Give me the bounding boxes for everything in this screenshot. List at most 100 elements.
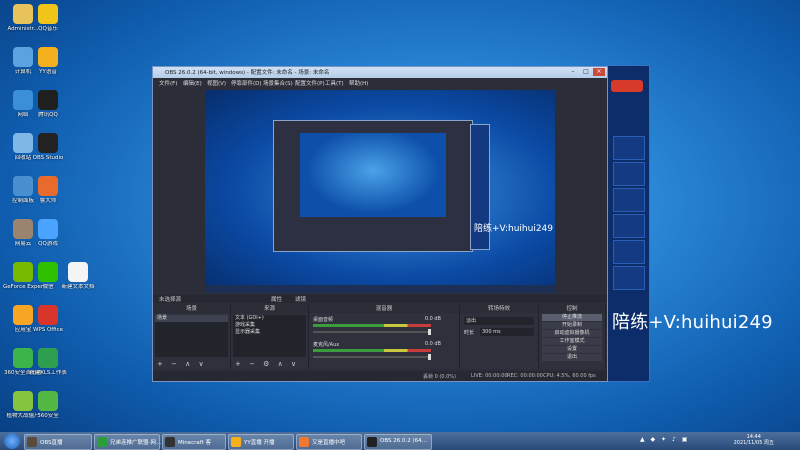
taskbar-item[interactable]: OBS直播 xyxy=(24,434,92,450)
desktop-icon[interactable]: 新建文本文档 xyxy=(58,262,98,291)
taskbar-item-label: YY直播 开播 xyxy=(244,440,275,446)
desktop-icon[interactable]: QQ音乐 xyxy=(28,4,68,33)
volume-slider[interactable] xyxy=(313,354,431,360)
desktop-icon[interactable]: 新建XLS工作表 xyxy=(28,348,68,377)
mixer-channel-desktop: 桌面音频 0.0 dB xyxy=(313,316,455,340)
source-toolbar: 未选择源 属性 滤镜 xyxy=(153,295,607,303)
menu-tools[interactable]: 工具(T) xyxy=(325,79,344,87)
obs-titlebar[interactable]: OBS 26.0.2 (64-bit, windows) - 配置文件: 未命名… xyxy=(153,67,607,78)
scenes-dock-title: 场景 xyxy=(153,305,230,313)
volume-slider[interactable] xyxy=(313,329,431,335)
app-icon xyxy=(38,90,58,110)
scenes-list[interactable]: 场景 xyxy=(155,315,228,357)
taskbar-item[interactable]: 又是直播中吧 xyxy=(296,434,362,450)
desktop-icon[interactable]: WPS Office xyxy=(28,305,68,334)
sources-footer-buttons[interactable]: + − ⚙ ∧ ∨ xyxy=(235,360,299,368)
desktop-icon[interactable]: OBS Studio xyxy=(28,133,68,162)
background-app-row xyxy=(613,266,645,290)
obs-statusbar: 丢帧 0 (0.0%) LIVE: 00:00:00 REC: 00:00:00… xyxy=(153,371,607,381)
minimize-button[interactable]: – xyxy=(567,68,579,76)
background-app-button[interactable] xyxy=(611,80,643,92)
taskbar-item-label: 又是直播中吧 xyxy=(312,440,346,446)
live-time: LIVE: 00:00:00 xyxy=(471,373,508,379)
no-source-label: 未选择源 xyxy=(159,297,182,303)
studio-mode-button[interactable]: 工作室模式 xyxy=(542,338,602,345)
clock-date: 2021/11/05 周五 xyxy=(733,440,774,446)
volume-meter xyxy=(313,349,431,352)
exit-button[interactable]: 退出 xyxy=(542,354,602,361)
taskbar-item[interactable]: 兄弟连推广联盟-网... xyxy=(94,434,161,450)
transitions-dock-title: 转场特效 xyxy=(460,305,538,313)
duration-input[interactable]: 300 ms xyxy=(480,328,534,336)
scene-item[interactable]: 场景 xyxy=(155,315,228,322)
background-app-row xyxy=(613,214,645,238)
desktop-icon[interactable]: 360安全 xyxy=(28,391,68,420)
desktop-icon-label: WPS Office xyxy=(32,327,64,333)
taskbar-item-label: Minecraft 客 xyxy=(178,440,212,446)
stop-streaming-button[interactable]: 停止推流 xyxy=(542,314,602,321)
app-icon xyxy=(38,348,58,368)
desktop-icon[interactable]: 鲁大师 xyxy=(28,176,68,205)
background-app-row xyxy=(613,136,645,160)
desktop-icon[interactable]: QQ游戏 xyxy=(28,219,68,248)
app-icon xyxy=(38,4,58,24)
app-icon xyxy=(38,391,58,411)
preview-watermark: 陪练+V:huihui249 xyxy=(474,224,553,234)
properties-button[interactable]: 属性 xyxy=(271,295,282,303)
menu-scene-collection[interactable]: 场景集合(S) xyxy=(263,79,293,87)
menu-edit[interactable]: 编辑(E) xyxy=(183,79,202,87)
menu-docks[interactable]: 停靠部件(D) xyxy=(231,79,262,87)
virtual-camera-button[interactable]: 启动虚拟摄像机 xyxy=(542,330,602,337)
menu-help[interactable]: 帮助(H) xyxy=(349,79,368,87)
filters-button[interactable]: 滤镜 xyxy=(295,295,306,303)
desktop-icon-label: OBS Studio xyxy=(32,155,64,161)
start-button[interactable] xyxy=(4,433,20,449)
obs-preview-canvas[interactable] xyxy=(205,90,555,293)
desktop-icon-label: 鲁大师 xyxy=(39,198,57,204)
app-icon xyxy=(38,262,58,282)
desktop-icon[interactable]: YY语音 xyxy=(28,47,68,76)
mixer-dock: 混音器 桌面音频 0.0 dB 麦克风/Aux 0.0 dB xyxy=(309,305,460,369)
menu-view[interactable]: 视图(V) xyxy=(207,79,226,87)
system-tray-icons[interactable]: ▲ ◆ ✦ ♪ ▣ xyxy=(640,436,689,443)
windows-taskbar: OBS直播 兄弟连推广联盟-网... Minecraft 客 YY直播 开播 又是直播中… xyxy=(0,432,800,450)
mixer-channel-mic: 麦克风/Aux 0.0 dB xyxy=(313,341,455,365)
nested-preview xyxy=(300,133,446,217)
taskbar-item[interactable]: YY直播 开播 xyxy=(228,434,294,450)
sources-dock-title: 来源 xyxy=(231,305,308,313)
desktop-icon-label: 腾讯QQ xyxy=(38,112,58,118)
taskbar-item[interactable]: Minecraft 客 xyxy=(162,434,226,450)
taskbar-app-icon xyxy=(97,437,107,447)
taskbar-item-label: OBS 26.0.2 (64... xyxy=(380,438,427,444)
rec-time: REC: 00:00:00 xyxy=(507,373,543,379)
source-item[interactable]: 游戏采集 xyxy=(233,322,306,329)
scenes-footer-buttons[interactable]: + − ∧ ∨ xyxy=(157,360,207,368)
background-app-row xyxy=(613,188,645,212)
taskbar-app-icon xyxy=(231,437,241,447)
channel-db: 0.0 dB xyxy=(424,341,441,347)
volume-slider-knob[interactable] xyxy=(428,329,431,335)
start-recording-button[interactable]: 开始录制 xyxy=(542,322,602,329)
sources-list[interactable]: 文本 (GDI+) 游戏采集 显示器采集 xyxy=(233,315,306,357)
taskbar-item[interactable]: OBS 26.0.2 (64... xyxy=(364,434,432,450)
settings-button[interactable]: 设置 xyxy=(542,346,602,353)
transitions-dock: 转场特效 淡出 时长 300 ms xyxy=(460,305,539,369)
source-item[interactable]: 文本 (GDI+) xyxy=(233,315,306,322)
app-icon xyxy=(38,176,58,196)
source-item[interactable]: 显示器采集 xyxy=(233,329,306,336)
menu-profile[interactable]: 配置文件(P) xyxy=(295,79,325,87)
maximize-button[interactable]: □ xyxy=(580,68,592,76)
app-icon xyxy=(38,47,58,67)
app-icon xyxy=(38,219,58,239)
background-app-panel xyxy=(606,65,650,382)
controls-dock-title: 控制 xyxy=(539,305,605,313)
volume-slider-knob[interactable] xyxy=(428,354,431,360)
transition-select[interactable]: 淡出 xyxy=(464,317,534,325)
close-button[interactable]: × xyxy=(593,68,605,76)
desktop-icon[interactable]: 腾讯QQ xyxy=(28,90,68,119)
app-icon xyxy=(68,262,88,282)
desktop-icon-label: QQ音乐 xyxy=(38,26,58,32)
clock[interactable]: 14:44 2021/11/05 周五 xyxy=(734,434,774,446)
menu-file[interactable]: 文件(F) xyxy=(159,79,177,87)
dropped-frames: 丢帧 0 (0.0%) xyxy=(423,374,456,380)
